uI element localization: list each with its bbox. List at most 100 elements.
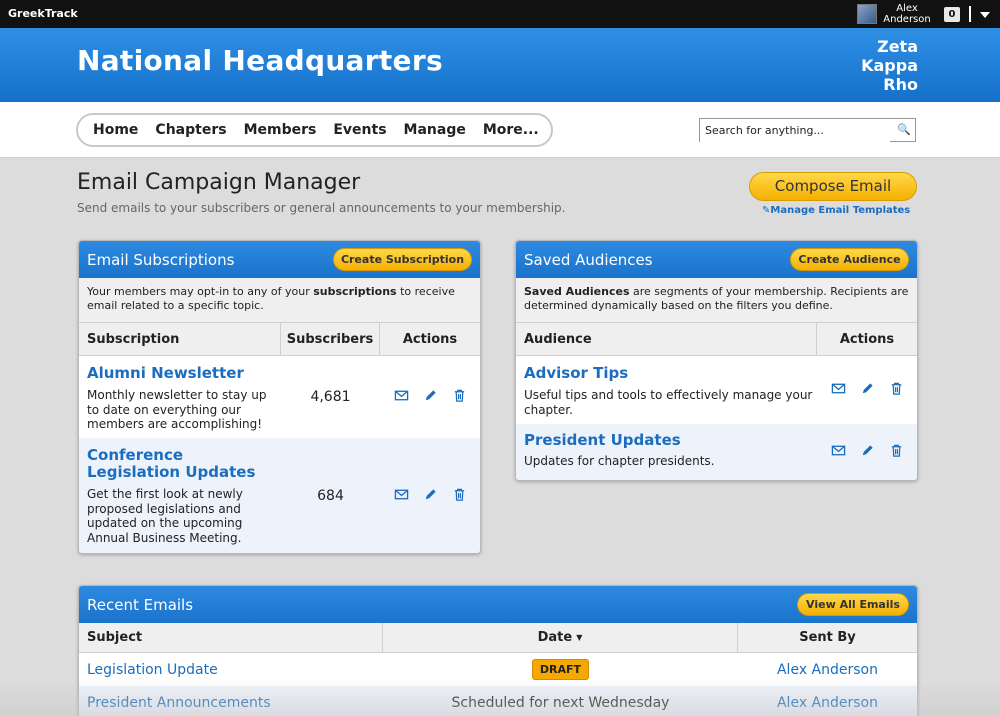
org-name-line: Rho bbox=[883, 75, 918, 94]
recent-emails-panel: Recent Emails View All Emails Subject Da… bbox=[78, 585, 918, 716]
search-box: 🔍 bbox=[699, 118, 916, 142]
user-name[interactable]: Alex Anderson bbox=[880, 3, 934, 25]
org-title: National Headquarters bbox=[77, 44, 443, 77]
org-name-line: Kappa bbox=[861, 56, 918, 75]
column-header-actions: Actions bbox=[402, 331, 458, 347]
pencil-icon[interactable] bbox=[860, 381, 875, 400]
nav-item-manage[interactable]: Manage bbox=[404, 122, 466, 138]
column-header-subject[interactable]: Subject bbox=[79, 623, 383, 652]
trash-icon[interactable] bbox=[452, 388, 467, 407]
pencil-icon[interactable] bbox=[860, 443, 875, 462]
site-header: National Headquarters Zeta Kappa Rho bbox=[0, 28, 1000, 102]
column-header-subscription[interactable]: Subscription bbox=[79, 323, 281, 355]
mail-icon[interactable] bbox=[831, 381, 846, 400]
description-bold: subscriptions bbox=[313, 285, 397, 298]
subscription-name-link[interactable]: Conference Legislation Updates bbox=[87, 447, 281, 481]
mail-icon[interactable] bbox=[394, 388, 409, 407]
description-text: Your members may opt-in to any of your bbox=[87, 285, 314, 298]
audience-description: Updates for chapter presidents. bbox=[524, 454, 715, 468]
email-subscriptions-panel: Email Subscriptions Create Subscription … bbox=[78, 240, 481, 554]
mail-icon[interactable] bbox=[394, 487, 409, 506]
create-audience-button[interactable]: Create Audience bbox=[790, 248, 909, 271]
status-badge: DRAFT bbox=[531, 659, 590, 680]
user-first-name: Alex bbox=[896, 3, 918, 14]
table-row: Advisor Tips Useful tips and tools to ef… bbox=[516, 356, 917, 424]
email-subject-link[interactable]: Legislation Update bbox=[87, 662, 218, 678]
table-row: President Updates Updates for chapter pr… bbox=[516, 424, 917, 480]
sender-link[interactable]: Alex Anderson bbox=[777, 662, 878, 678]
subscription-description: Get the first look at newly proposed leg… bbox=[87, 487, 243, 545]
email-subject-link[interactable]: President Announcements bbox=[87, 695, 271, 711]
avatar[interactable] bbox=[857, 4, 877, 24]
panel-description: Saved Audiences are segments of your mem… bbox=[516, 278, 917, 323]
compose-email-button[interactable]: Compose Email bbox=[749, 172, 917, 201]
table-row: President Announcements Scheduled for ne… bbox=[79, 686, 917, 716]
table-row: Legislation Update DRAFT Alex Anderson bbox=[79, 653, 917, 686]
chevron-down-icon[interactable] bbox=[980, 12, 990, 18]
user-last-name: Anderson bbox=[883, 14, 931, 25]
view-all-emails-button[interactable]: View All Emails bbox=[797, 593, 909, 616]
pencil-icon[interactable] bbox=[423, 487, 438, 506]
nav-item-chapters[interactable]: Chapters bbox=[155, 122, 226, 138]
column-header-sent-by[interactable]: Sent By bbox=[738, 623, 917, 652]
column-header-audience[interactable]: Audience bbox=[516, 323, 817, 355]
mail-icon[interactable] bbox=[831, 443, 846, 462]
nav-item-more[interactable]: More... bbox=[483, 122, 539, 138]
subscription-cell: Alumni Newsletter Monthly newsletter to … bbox=[79, 356, 281, 438]
trash-icon[interactable] bbox=[889, 443, 904, 462]
panel-header: Saved Audiences Create Audience bbox=[516, 241, 917, 278]
page-title: Email Campaign Manager bbox=[77, 170, 361, 195]
panel-header: Recent Emails View All Emails bbox=[79, 586, 917, 623]
email-date: Scheduled for next Wednesday bbox=[451, 694, 670, 711]
panel-title: Recent Emails bbox=[87, 596, 194, 614]
audience-name-link[interactable]: President Updates bbox=[524, 432, 817, 449]
nav-item-events[interactable]: Events bbox=[333, 122, 386, 138]
search-icon[interactable]: 🔍 bbox=[897, 123, 911, 136]
main-nav: Home Chapters Members Events Manage More… bbox=[76, 113, 553, 147]
table-header: Subscription Subscribers Actions bbox=[79, 323, 480, 356]
subscription-cell: Conference Legislation Updates Get the f… bbox=[79, 438, 281, 553]
description-bold: Saved Audiences bbox=[524, 285, 630, 298]
subscriber-count: 4,681 bbox=[310, 389, 351, 405]
column-header-actions: Actions bbox=[839, 331, 895, 347]
sort-down-icon: ▼ bbox=[576, 633, 583, 642]
row-actions bbox=[380, 438, 480, 553]
subscription-name-link[interactable]: Alumni Newsletter bbox=[87, 365, 281, 382]
trash-icon[interactable] bbox=[452, 487, 467, 506]
org-name-line: Zeta bbox=[877, 37, 918, 56]
manage-email-templates-link[interactable]: ✎Manage Email Templates bbox=[762, 205, 910, 216]
row-actions bbox=[817, 424, 917, 480]
audience-name-link[interactable]: Advisor Tips bbox=[524, 365, 817, 382]
panel-description: Your members may opt-in to any of your s… bbox=[79, 278, 480, 323]
audience-cell: Advisor Tips Useful tips and tools to ef… bbox=[516, 356, 817, 424]
create-subscription-button[interactable]: Create Subscription bbox=[333, 248, 472, 271]
manage-templates-label: Manage Email Templates bbox=[770, 205, 911, 216]
nav-item-home[interactable]: Home bbox=[93, 122, 138, 138]
top-bar: GreekTrack Alex Anderson 0 bbox=[0, 0, 1000, 28]
audience-cell: President Updates Updates for chapter pr… bbox=[516, 424, 817, 480]
notification-count-badge[interactable]: 0 bbox=[944, 7, 960, 22]
saved-audiences-panel: Saved Audiences Create Audience Saved Au… bbox=[515, 240, 918, 481]
column-header-subscribers[interactable]: Subscribers bbox=[281, 323, 380, 355]
panel-title: Email Subscriptions bbox=[87, 251, 235, 269]
column-header-date[interactable]: Date ▼ bbox=[383, 623, 738, 652]
sender-link[interactable]: Alex Anderson bbox=[777, 695, 878, 711]
audience-description: Useful tips and tools to effectively man… bbox=[524, 388, 813, 417]
row-actions bbox=[380, 356, 480, 438]
row-actions bbox=[817, 356, 917, 424]
divider bbox=[969, 6, 971, 22]
search-input[interactable] bbox=[700, 119, 890, 142]
nav-item-members[interactable]: Members bbox=[244, 122, 317, 138]
page-subtitle: Send emails to your subscribers or gener… bbox=[77, 201, 566, 215]
pencil-icon[interactable] bbox=[423, 388, 438, 407]
app-brand[interactable]: GreekTrack bbox=[8, 7, 78, 20]
table-row: Alumni Newsletter Monthly newsletter to … bbox=[79, 356, 480, 438]
table-header: Subject Date ▼ Sent By bbox=[79, 623, 917, 653]
subscriber-count: 684 bbox=[317, 488, 344, 504]
org-name: Zeta Kappa Rho bbox=[861, 37, 918, 94]
column-header-date-label: Date bbox=[537, 630, 573, 645]
subscription-description: Monthly newsletter to stay up to date on… bbox=[87, 388, 267, 431]
panel-title: Saved Audiences bbox=[524, 251, 653, 269]
table-row: Conference Legislation Updates Get the f… bbox=[79, 438, 480, 553]
trash-icon[interactable] bbox=[889, 381, 904, 400]
